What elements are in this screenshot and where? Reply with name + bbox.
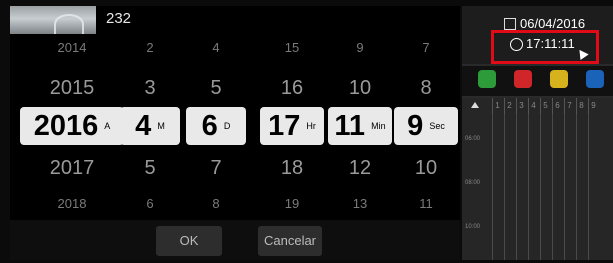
- second-selected[interactable]: 9 Sec: [394, 107, 458, 145]
- hour-selected[interactable]: 17 Hr: [260, 107, 324, 145]
- datetime-display: 06/04/2016 17:11:11: [462, 6, 613, 64]
- month-unit: M: [157, 121, 165, 131]
- channel-header: 1: [492, 98, 502, 114]
- time-text[interactable]: 17:11:11: [526, 36, 575, 51]
- minute-column[interactable]: 9 10 11 Min 12 13: [328, 34, 392, 226]
- hour-option[interactable]: 15: [260, 40, 324, 55]
- grid-line: [504, 114, 505, 260]
- clock-icon: [510, 38, 523, 51]
- ok-button[interactable]: OK: [156, 226, 222, 256]
- day-option[interactable]: 5: [186, 77, 246, 100]
- time-label: 06:00: [465, 136, 481, 142]
- year-selected-value: 2016: [33, 110, 99, 142]
- channel-header: 5: [540, 98, 550, 114]
- grid-line: [588, 114, 589, 260]
- right-panel: 06/04/2016 17:11:11 1 2 3 4 5 6 7 8 9 06…: [462, 6, 613, 260]
- second-option[interactable]: 7: [394, 40, 458, 55]
- minute-selected-value: 11: [334, 110, 366, 142]
- month-option[interactable]: 5: [120, 157, 180, 180]
- day-option[interactable]: 8: [186, 196, 246, 211]
- hour-option[interactable]: 16: [260, 77, 324, 100]
- day-selected[interactable]: 6D: [186, 107, 246, 145]
- month-option[interactable]: 3: [120, 77, 180, 100]
- month-option[interactable]: 2: [120, 40, 180, 55]
- minute-selected[interactable]: 11 Min: [328, 107, 392, 145]
- calendar-icon: [504, 18, 516, 30]
- month-option[interactable]: 6: [120, 196, 180, 211]
- year-selected[interactable]: 2016 A: [20, 107, 124, 145]
- dialog-frame: 232 2014 2015 2016 A 2017 2018 2 3 4M 5 6…: [0, 0, 613, 263]
- channel-header: 9: [588, 98, 598, 114]
- picker-header: 232: [10, 6, 460, 34]
- second-option[interactable]: 11: [394, 196, 458, 211]
- channel-header: 7: [564, 98, 574, 114]
- grid-line: [576, 114, 577, 260]
- second-column[interactable]: 7 8 9 Sec 10 11: [394, 34, 458, 226]
- date-text: 06/04/2016: [520, 16, 586, 31]
- channel-header: 4: [528, 98, 538, 114]
- day-option[interactable]: 4: [186, 40, 246, 55]
- blue-icon[interactable]: [586, 70, 604, 88]
- day-unit: D: [223, 121, 231, 131]
- year-column[interactable]: 2014 2015 2016 A 2017 2018: [20, 34, 124, 226]
- grid-line: [552, 114, 553, 260]
- datetime-picker: 232 2014 2015 2016 A 2017 2018 2 3 4M 5 6…: [10, 6, 460, 260]
- month-selected-value: 4: [135, 110, 152, 142]
- timeline-grid[interactable]: 1 2 3 4 5 6 7 8 9 06:00 08:00 10:00: [462, 98, 613, 260]
- hour-selected-value: 17: [268, 110, 301, 142]
- cancel-button[interactable]: Cancelar: [258, 226, 322, 256]
- minute-option[interactable]: 9: [328, 40, 392, 55]
- grid-line: [492, 114, 493, 260]
- grid-line: [564, 114, 565, 260]
- red-person-icon[interactable]: [514, 70, 532, 88]
- year-option[interactable]: 2018: [20, 196, 124, 211]
- year-unit: A: [104, 121, 111, 131]
- grid-line: [540, 114, 541, 260]
- day-option[interactable]: 7: [186, 157, 246, 180]
- hour-option[interactable]: 18: [260, 157, 324, 180]
- header-value: 232: [106, 10, 132, 27]
- channel-header: 6: [552, 98, 562, 114]
- hour-column[interactable]: 15 16 17 Hr 18 19: [260, 34, 324, 226]
- minute-option[interactable]: 13: [328, 196, 392, 211]
- second-option[interactable]: 10: [394, 157, 458, 180]
- day-column[interactable]: 4 5 6D 7 8: [186, 34, 246, 226]
- scroll-up-icon[interactable]: [471, 102, 479, 108]
- year-option[interactable]: 2015: [20, 77, 124, 100]
- channel-header: 2: [504, 98, 514, 114]
- minute-unit: Min: [371, 121, 386, 131]
- hour-unit: Hr: [306, 121, 316, 131]
- channel-header: 3: [516, 98, 526, 114]
- button-bar: [10, 220, 460, 260]
- yellow-run-icon[interactable]: [550, 70, 568, 88]
- green-person-icon[interactable]: [478, 70, 496, 88]
- time-label: 08:00: [465, 180, 481, 186]
- second-selected-value: 9: [407, 110, 424, 142]
- hour-option[interactable]: 19: [260, 196, 324, 211]
- minute-option[interactable]: 12: [328, 157, 392, 180]
- event-type-icons: [462, 66, 613, 96]
- time-label: 10:00: [465, 224, 481, 230]
- grid-line: [516, 114, 517, 260]
- month-column[interactable]: 2 3 4M 5 6: [120, 34, 180, 226]
- channel-header: 8: [576, 98, 586, 114]
- day-selected-value: 6: [201, 110, 218, 142]
- camera-thumbnail: [10, 6, 96, 34]
- grid-line: [528, 114, 529, 260]
- second-option[interactable]: 8: [394, 77, 458, 100]
- year-option[interactable]: 2014: [20, 40, 124, 55]
- year-option[interactable]: 2017: [20, 157, 124, 180]
- minute-option[interactable]: 10: [328, 77, 392, 100]
- second-unit: Sec: [429, 121, 445, 131]
- month-selected[interactable]: 4M: [120, 107, 180, 145]
